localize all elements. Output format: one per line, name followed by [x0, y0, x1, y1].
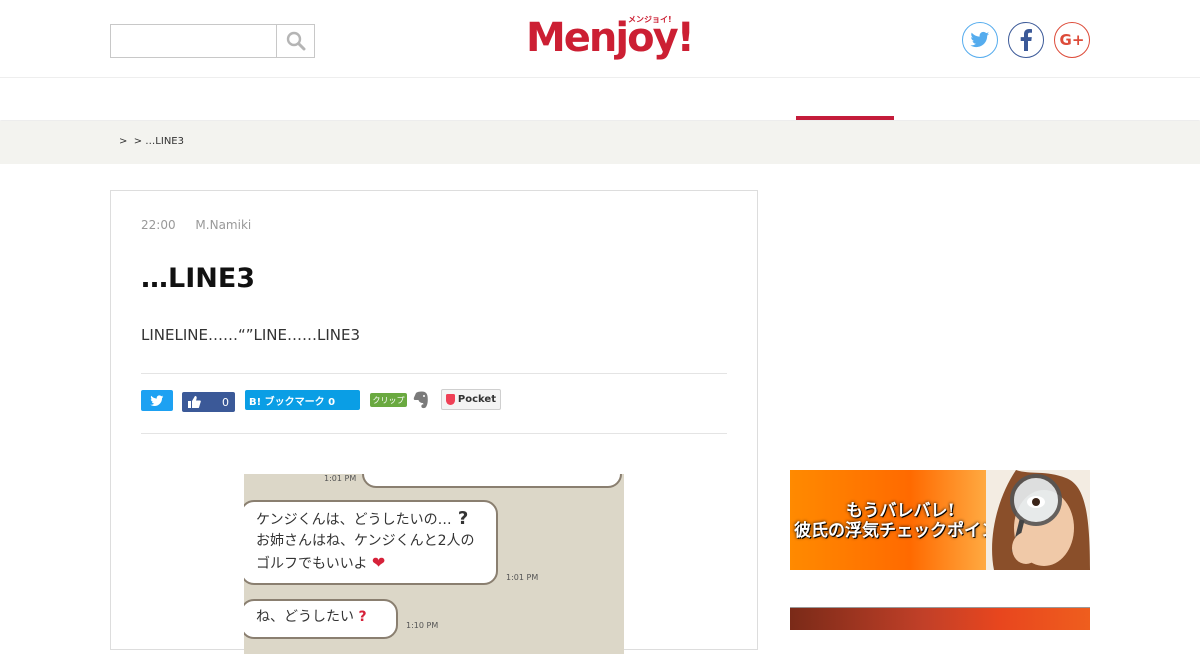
googleplus-button[interactable]: G+: [1054, 22, 1090, 58]
article-author[interactable]: M.Namiki: [195, 218, 251, 232]
chat-time-2: 1:01 PM: [506, 573, 539, 582]
clip-label: クリップ: [372, 395, 405, 405]
sidebar-ad-banner-2[interactable]: [790, 607, 1090, 630]
main-nav: [0, 79, 1200, 120]
facebook-button[interactable]: [1008, 22, 1044, 58]
site-header: Menjoy! メンジョイ! G+: [0, 0, 1200, 78]
hatena-label: B! ブックマーク 0: [249, 396, 336, 408]
chat-line-3: ゴルフでもいいよ ❤: [256, 552, 482, 575]
googleplus-icon: G+: [1059, 31, 1085, 49]
chat-bubble-top: [362, 474, 622, 488]
heart-icon: ❤: [371, 553, 386, 572]
twitter-icon: [970, 31, 990, 48]
facebook-icon: [1020, 29, 1032, 51]
chat-bubble-bottom: ね、どうしたい ?: [244, 599, 398, 639]
red-question-icon: ?: [358, 609, 367, 625]
evernote-clip-button[interactable]: クリップ: [370, 393, 407, 407]
pocket-icon: [446, 394, 455, 405]
tweet-button[interactable]: [141, 390, 173, 411]
search-button[interactable]: [278, 25, 314, 57]
twitter-icon: [150, 394, 164, 406]
sidebar-ad-banner[interactable]: もうバレバレ! 彼氏の浮気チェックポイント: [790, 470, 1090, 570]
pocket-button[interactable]: Pocket: [441, 389, 501, 410]
twitter-button[interactable]: [962, 22, 998, 58]
chat-line-3-text: ゴルフでもいいよ: [256, 556, 368, 572]
search-icon: [286, 31, 306, 51]
search-box: [110, 24, 315, 58]
article-time: 22:00: [141, 218, 176, 232]
share-buttons: 0 B! ブックマーク 0 クリップ Pocket: [141, 373, 727, 434]
breadcrumb: > > …LINE3: [119, 136, 184, 147]
article-image: 1:01 PM ケンジくんは、どうしたいの… ? お姉さんはね、ケンジくんと2人…: [244, 474, 624, 654]
article-lead: LINELINE……“”LINE……LINE3: [141, 326, 361, 344]
chat-line-1: ケンジくんは、どうしたいの… ?: [256, 508, 482, 531]
chat-line-1-text: ケンジくんは、どうしたいの…: [256, 512, 452, 528]
facebook-like-button[interactable]: 0: [182, 392, 235, 412]
site-logo[interactable]: Menjoy! メンジョイ!: [526, 12, 695, 66]
evernote-icon: [413, 391, 428, 409]
hatena-bookmark-button[interactable]: B! ブックマーク 0: [245, 390, 360, 410]
chat-time-top: 1:01 PM: [324, 474, 357, 483]
article-title: …LINE3: [141, 263, 256, 294]
breadcrumb-bar: > > …LINE3: [0, 121, 1200, 164]
chat-bubble-main: ケンジくんは、どうしたいの… ? お姉さんはね、ケンジくんと2人の ゴルフでもい…: [244, 500, 498, 585]
article-card: 22:00 M.Namiki …LINE3 LINELINE……“”LINE………: [110, 190, 758, 654]
chat-time-3: 1:10 PM: [406, 621, 439, 630]
logo-kana: メンジョイ!: [628, 15, 672, 24]
ad-line-2: 彼氏の浮気チェックポイント: [794, 521, 1015, 541]
question-icon: ?: [451, 508, 469, 529]
article-meta: 22:00 M.Namiki: [141, 218, 251, 232]
magnifier-face-image: [986, 470, 1090, 570]
nav-active-indicator: [796, 116, 894, 120]
chat-line-2: お姉さんはね、ケンジくんと2人の: [256, 533, 475, 549]
chat-line-4: ね、どうしたい: [256, 609, 354, 625]
like-count: 0: [222, 395, 229, 409]
pocket-label: Pocket: [457, 394, 496, 405]
search-input[interactable]: [111, 25, 277, 57]
thumbs-up-icon: [188, 396, 201, 408]
